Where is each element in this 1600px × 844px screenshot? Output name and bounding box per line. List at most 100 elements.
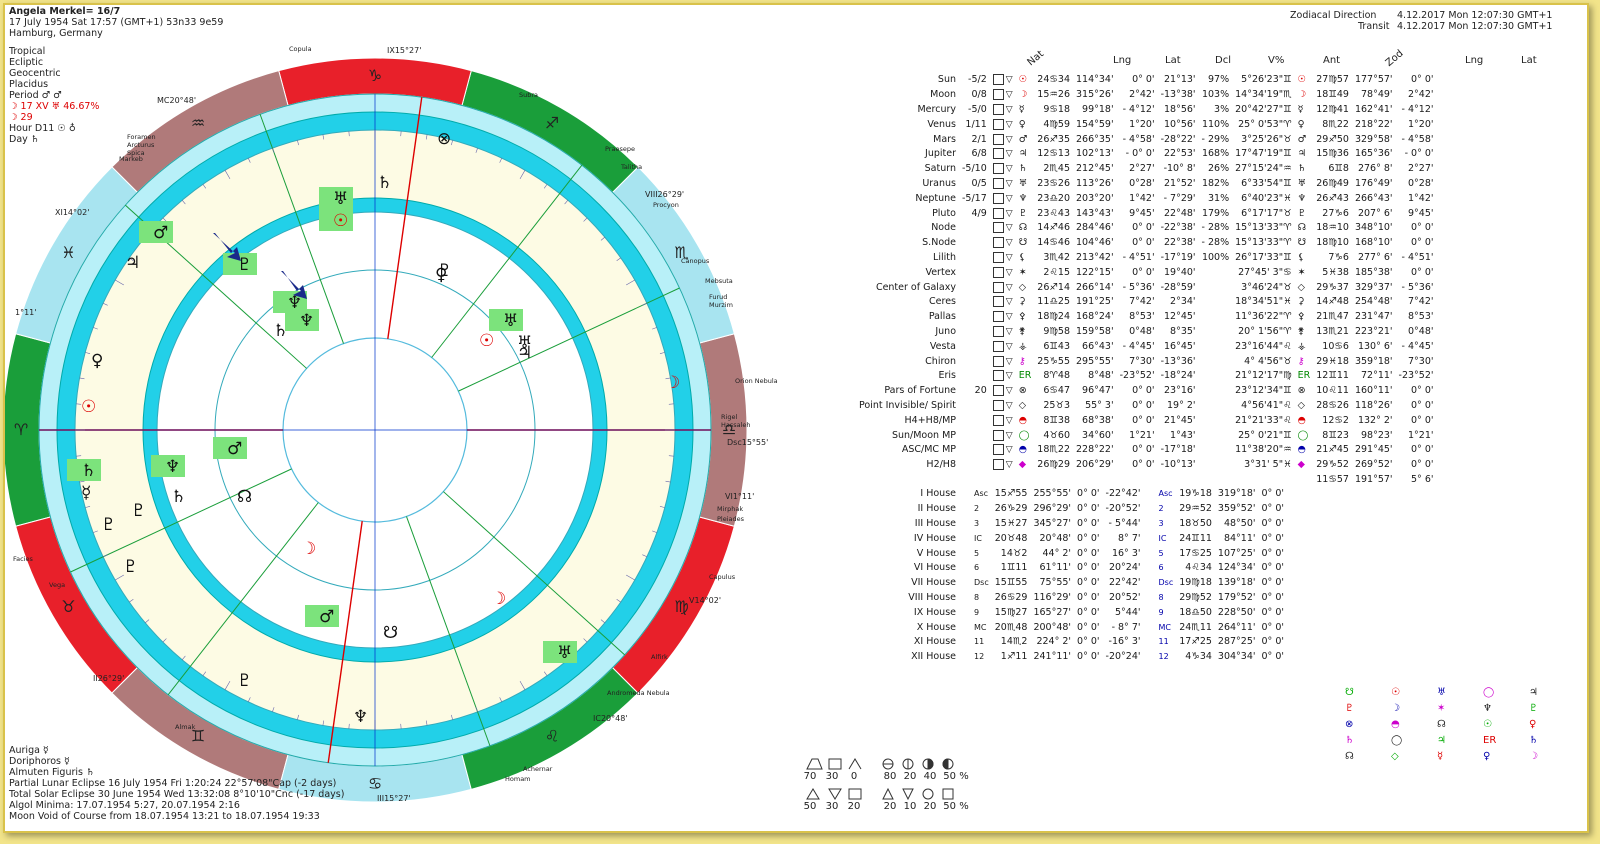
zod-house-longitude: 4♌34	[1185, 562, 1212, 574]
zod-absolute-longitude: 254°48'	[1354, 296, 1393, 308]
house-symbol: MC	[974, 622, 987, 632]
zod-longitude: 29♐50	[1316, 133, 1349, 145]
planet-row[interactable]: Jupiter 6/8 ▽ ♃ 12♋13 102°13' - 0° 0' 22°53' 168…	[825, 147, 1437, 162]
zod-house-symbol: 9	[1158, 607, 1164, 617]
planet-name: Saturn	[924, 163, 956, 175]
planet-score: 0/5	[971, 177, 987, 189]
chart-wheel[interactable]: ♈♉♊♋♌♍♎♏♐♑♒♓♂♃ ♇♆♄♅☉♄⊗♀♇♅☉♃♅☽♀☉♆♂♄☿♇♇☊♄♇☽…	[5, 35, 785, 825]
planet-row[interactable]: Uranus 0/5 ▽ ♅ 23♋26 113°26' 0°28' 21°52' 182% 6°…	[825, 177, 1437, 192]
planet-glyph: ☊	[237, 487, 252, 507]
planet-absolute-longitude: 203°20'	[1076, 192, 1114, 204]
planet-row[interactable]: Pars of Fortune 20 ▽ ⊗ 6♋47 96°47' 0° 0' 23°16'…	[825, 384, 1437, 399]
planet-latitude: 0° 0'	[1132, 414, 1155, 426]
planet-absolute-longitude: 266°14'	[1076, 281, 1114, 293]
zod-house-absolute-longitude: 304°34'	[1217, 651, 1256, 663]
planet-row[interactable]: ASC/MC MP ▽ ◓ 18♏22 228°22' 0° 0' -17°18' 11°38…	[825, 443, 1437, 458]
planet-row[interactable]: Venus 1/11 ▽ ♀ 4♍59 154°59' 1°20' 10°56' 110% 25°…	[825, 117, 1437, 132]
planet-row[interactable]: Neptune -5/17 ▽ ♆ 23♎20 203°20' 1°42' - 7°29' 31…	[825, 191, 1437, 206]
planet-dignity-icons: ▽	[990, 399, 1016, 414]
planet-dignity-icons: ▽	[990, 384, 1016, 399]
planet-row[interactable]: Ceres ▽ ⚳ 11♎25 191°25' 7°42' 2°34' 18°34'51"♓ ⚳…	[825, 295, 1437, 310]
house-name: X House	[916, 621, 956, 633]
house-row[interactable]: V House 5 14♉2 44° 2' 0° 0' 16° 3' 5 17♋25 107°2…	[825, 546, 1287, 561]
aspect-grid-glyph: ♄	[1529, 735, 1538, 746]
planet-speed-pct: 182%	[1201, 177, 1230, 189]
planet-name: S.Node	[922, 237, 956, 249]
house-row[interactable]: IV House IC 20♉48 20°48' 0° 0' 8° 7' IC 24♊11 84…	[825, 531, 1287, 546]
zod-absolute-longitude: 72°11'	[1360, 370, 1393, 382]
planet-row[interactable]: Lilith ▽ ⚸ 3♏42 213°42' - 4°51' -17°19' 100% 26°…	[825, 251, 1437, 266]
planet-glyph: ♆	[165, 457, 180, 477]
planet-row[interactable]: Juno ▽ ⚵ 9♍58 159°58' 0°48' 8°35' 20° 1'56"♈ ⚵ 13…	[825, 325, 1437, 340]
zod-longitude: 29♓18	[1316, 355, 1349, 367]
app-window: Angela Merkel= 16/7 17 July 1954 Sat 17:…	[3, 3, 1589, 833]
planet-antiscia: 18°34'51"♓	[1235, 296, 1292, 308]
house-row[interactable]: X House MC 20♏48 200°48' 0° 0' - 8° 7' MC 24♏11…	[825, 620, 1287, 635]
planet-row[interactable]: Chiron ▽ ⚷ 25♑55 295°55' 7°30' -13°36' 4° 4'56"…	[825, 354, 1437, 369]
planet-antiscia: 23°12'34"♊	[1235, 385, 1292, 397]
planet-row[interactable]: Pallas ▽ ⚴ 18♍24 168°24' 8°53' 12°45' 11°36'22"…	[825, 310, 1437, 325]
house-row[interactable]: III House 3 15♓27 345°27' 0° 0' - 5°44' 3 18♉50…	[825, 517, 1287, 532]
fixed-star-label: Rigel	[721, 413, 737, 421]
zod-longitude: 12♊11	[1316, 370, 1349, 382]
planet-latitude	[1117, 473, 1158, 488]
fixed-star-label: Foramen	[127, 133, 156, 141]
planet-row[interactable]: Sun/Moon MP ▽ ◯ 4♉60 34°60' 1°21' 1°43' 25° 0'2…	[825, 428, 1437, 443]
planet-row[interactable]: H2/H8 ▽ ◆ 26♍29 206°29' 0° 0' -10°13' 3°31' 5"♓…	[825, 458, 1437, 473]
planet-dignity-icons: ▽	[990, 103, 1016, 118]
planet-row[interactable]: Center of Galaxy ▽ ◇ 26♐14 266°14' - 5°36' -28…	[825, 280, 1437, 295]
planet-glyph: ♇	[437, 261, 452, 281]
planet-declination: 1°43'	[1170, 429, 1196, 441]
planet-row[interactable]: Node ▽ ☊ 14♐46 284°46' 0° 0' -22°38' - 28% 15°13…	[825, 221, 1437, 236]
planet-longitude: 6♋47	[1043, 385, 1070, 397]
zod-house-longitude: 4♑34	[1185, 651, 1212, 663]
planet-row[interactable]: Pluto 4/9 ▽ ♇ 23♌43 143°43' 9°45' 22°48' 179% 6°1…	[825, 206, 1437, 221]
planet-antiscia: 27°45' 3"♋	[1238, 266, 1292, 278]
planet-dignity-icons: ▽	[990, 458, 1016, 473]
planet-dignity-icons: ▽	[990, 369, 1016, 384]
house-row[interactable]: II House 2 26♑29 296°29' 0° 0' -20°52' 2 29♒52 3…	[825, 502, 1287, 517]
house-row[interactable]: VI House 6 1♊11 61°11' 0° 0' 20°24' 6 4♌34 124°3…	[825, 561, 1287, 576]
planet-longitude: 26♍29	[1037, 459, 1070, 471]
planet-speed-pct	[1199, 354, 1233, 369]
planet-row[interactable]: Vertex ▽ ✶ 2♌15 122°15' 0° 0' 19°40' 27°45' 3"♋…	[825, 265, 1437, 280]
house-row[interactable]: VII House Dsc 15♊55 75°55' 0° 0' 22°42' Dsc 19♍…	[825, 576, 1287, 591]
house-row[interactable]: XII House 12 1♐11 241°11' 0° 0' -20°24' 12 4♑34…	[825, 650, 1287, 665]
house-name: IX House	[913, 606, 956, 618]
house-name: II House	[917, 503, 956, 515]
house-declination: -20°24'	[1105, 651, 1141, 663]
house-row[interactable]: IX House 9 15♍27 165°27' 0° 0' 5°44' 9 18♎50 228…	[825, 605, 1287, 620]
house-declination: -20°52'	[1105, 503, 1141, 515]
planet-row[interactable]: Moon 0/8 ▽ ☽ 15♒26 315°26' 2°42' -13°38' 103% 14°…	[825, 88, 1437, 103]
zod-symbol: ⚳	[1297, 296, 1305, 308]
cardinal-icon	[806, 788, 820, 800]
zod-longitude: 15♍36	[1316, 148, 1349, 160]
planet-speed-pct	[1199, 413, 1233, 428]
planet-score	[959, 280, 990, 295]
zod-absolute-longitude: 78°49'	[1360, 89, 1393, 101]
planet-row[interactable]: Saturn -5/10 ▽ ♄ 2♏45 212°45' 2°27' -10° 8' 26% 2…	[825, 162, 1437, 177]
planet-row[interactable]: 11♋57 191°57' 5° 6'	[825, 473, 1437, 488]
planet-row[interactable]: Mercury -5/0 ▽ ☿ 9♋18 99°18' - 4°12' 18°56' 3% 20…	[825, 103, 1437, 118]
house-latitude: 0° 0'	[1077, 621, 1100, 633]
house-row[interactable]: I House Asc 15♐55 255°55' 0° 0' -22°42' Asc 19♑…	[825, 487, 1287, 502]
zod-house-symbol: 8	[1158, 592, 1164, 602]
house-absolute-longitude: 296°29'	[1033, 503, 1072, 515]
planet-antiscia: 11°36'22"♈	[1235, 311, 1292, 323]
planet-row[interactable]: Eris ▽ ER 8♈48 8°48' -23°52' -18°24' 21°12'17"♍…	[825, 369, 1437, 384]
house-latitude: 0° 0'	[1077, 562, 1100, 574]
zod-symbol: ☊	[1297, 222, 1307, 234]
planet-dignity-icons: ▽	[990, 251, 1016, 266]
planet-dignity-icons: ▽	[990, 236, 1016, 251]
zod-absolute-longitude: 329°37'	[1354, 281, 1393, 293]
planet-row[interactable]: H4+H8/MP ▽ ◓ 8♊38 68°38' 0° 0' 21°45' 21°21'33"…	[825, 413, 1437, 428]
planet-row[interactable]: S.Node ▽ ☋ 14♋46 104°46' 0° 0' 22°38' - 28% 15°1…	[825, 236, 1437, 251]
planet-row[interactable]: Point Invisible/ Spirit ▽ ◇ 25♉3 55° 3' 0° 0'…	[825, 399, 1437, 414]
planet-row[interactable]: Sun -5/2 ▽ ☉ 24♋34 114°34' 0° 0' 21°13' 97% 5°26'…	[825, 73, 1437, 88]
house-row[interactable]: VIII House 8 26♋29 116°29' 0° 0' 20°52' 8 29♍52…	[825, 591, 1287, 606]
planet-row[interactable]: Mars 2/1 ▽ ♂ 26♐35 266°35' - 4°58' -28°22' - 29%…	[825, 132, 1437, 147]
planet-row[interactable]: Vesta ▽ ⚶ 6♊43 66°43' - 4°45' 16°45' 23°16'44"♌…	[825, 339, 1437, 354]
zod-house-absolute-longitude: 48°50'	[1223, 517, 1256, 529]
zodiac-sign-glyph: ♓	[61, 243, 75, 262]
house-row[interactable]: XI House 11 14♏2 224° 2' 0° 0' -16° 3' 11 17♐25…	[825, 635, 1287, 650]
